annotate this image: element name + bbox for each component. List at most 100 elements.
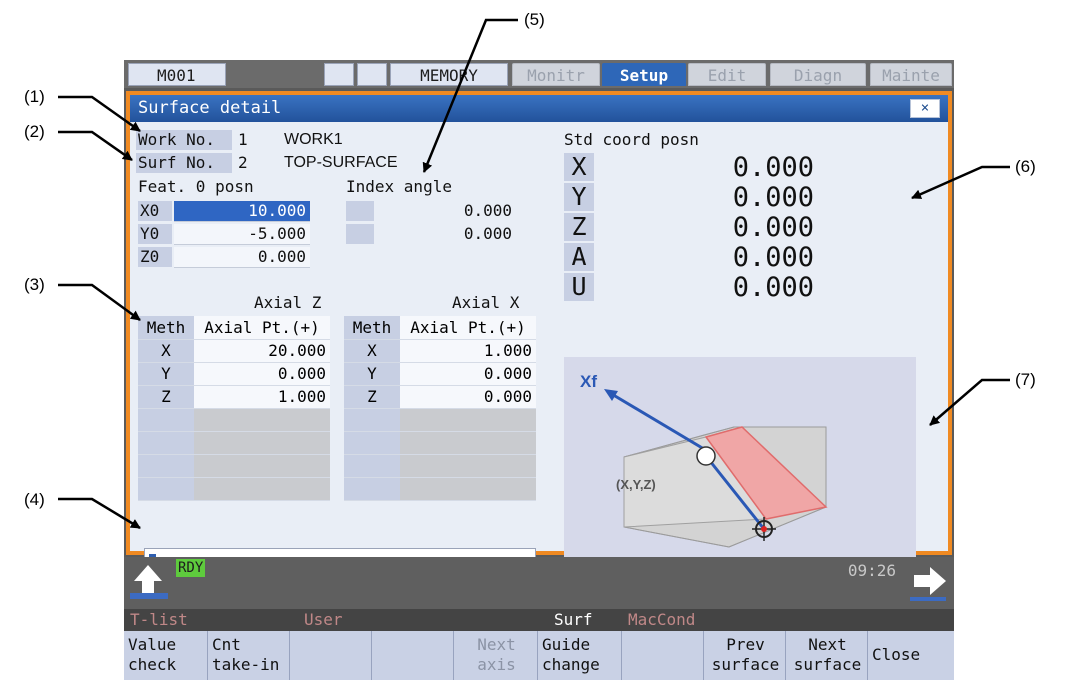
std-coord-axis-u: U (564, 273, 594, 301)
axial-z-axis-y: Y (138, 362, 194, 386)
status-slot-2 (357, 63, 387, 86)
guide-diagram-svg: Xf (X,Y,Z) (580, 372, 828, 548)
close-icon[interactable]: × (910, 99, 940, 118)
menu-item-maccond[interactable]: MacCond (628, 609, 695, 631)
axial-x-empty-row (344, 477, 400, 501)
tab-edit[interactable]: Edit (688, 63, 766, 86)
axial-z-empty-row (138, 408, 194, 432)
close-button[interactable]: Close (868, 631, 954, 680)
std-coord-value-x: 0.000 (732, 152, 814, 183)
axial-z-value-x[interactable]: 20.000 (194, 339, 330, 363)
index-angle-value-1[interactable]: 0.000 (378, 201, 512, 221)
fkey-3-blank[interactable] (290, 631, 372, 680)
fkey-6-line1: Guide (542, 635, 591, 654)
status-bar: RDY 09:26 (124, 557, 954, 609)
std-coord-axis-x: X (564, 153, 594, 181)
axial-x-empty-cell (400, 454, 536, 478)
fkey-4-blank[interactable] (372, 631, 454, 680)
feature-point-marker (696, 446, 716, 466)
tab-setup[interactable]: Setup (602, 63, 686, 86)
axial-x-empty-cell (400, 477, 536, 501)
window-title: Surface detail (138, 98, 282, 118)
menu-category-row: T-list User Surf MacCond (124, 609, 954, 631)
surf-no-number: 2 (238, 153, 248, 172)
index-angle-value-2[interactable]: 0.000 (378, 224, 512, 244)
axial-x-value-x[interactable]: 1.000 (400, 339, 536, 363)
axial-x-table: Meth Axial Pt.(+) X 1.000 Y 0.000 Z 0.00… (344, 316, 536, 501)
axial-z-axis-z: Z (138, 385, 194, 409)
fkey-7-blank[interactable] (622, 631, 704, 680)
feat0-axis-x0: X0 (138, 201, 172, 221)
fkey-1-line2: check (128, 655, 177, 674)
axial-x-empty-row (344, 408, 400, 432)
menu-item-user[interactable]: User (304, 609, 343, 631)
index-angle-title: Index angle (346, 177, 452, 196)
work-name: WORK1 (284, 131, 343, 148)
tab-monitor[interactable]: Monitr (512, 63, 600, 86)
callout-6: (6) (1015, 157, 1036, 176)
menu-item-tlist[interactable]: T-list (130, 609, 188, 631)
axial-x-empty-cell (400, 431, 536, 455)
axial-x-value-y[interactable]: 0.000 (400, 362, 536, 386)
feat0-value-z0[interactable]: 0.000 (174, 247, 310, 268)
window-title-bar: Surface detail × (130, 95, 948, 122)
program-name: M001 (128, 63, 226, 86)
menu-item-surf[interactable]: Surf (554, 609, 593, 631)
std-coord-value-a: 0.000 (732, 242, 814, 273)
feat0-title: Feat. 0 posn (138, 177, 254, 196)
prev-surface-button[interactable]: Prev surface (704, 631, 786, 680)
fkey-10-line1: Close (872, 645, 921, 664)
fkey-1-line1: Value (128, 635, 177, 654)
axial-x-meth-header: Meth (344, 316, 400, 340)
surf-no-label: Surf No. (136, 153, 232, 173)
std-coord-value-y: 0.000 (732, 182, 814, 213)
feat0-value-y0[interactable]: -5.000 (174, 224, 310, 245)
std-coord-axis-y: Y (564, 183, 594, 211)
fkey-9-line1: Next (808, 635, 847, 654)
axial-z-empty-cell (194, 431, 330, 455)
axial-z-value-z[interactable]: 1.000 (194, 385, 330, 409)
axial-x-value-z[interactable]: 0.000 (400, 385, 536, 409)
clock: 09:26 (847, 561, 896, 580)
menu-up-arrow-icon[interactable] (128, 559, 172, 603)
operation-mode: MEMORY (390, 63, 508, 86)
surface-detail-window: Surface detail × Work No. 1 WORK1 Surf N… (126, 91, 952, 577)
std-coord-title: Std coord posn (564, 130, 699, 149)
index-angle-axis-1 (346, 201, 374, 221)
axial-x-title: Axial X (452, 293, 520, 312)
feat0-value-x0[interactable]: 10.000 (174, 201, 310, 222)
function-key-bar: Value check Cnt take-in Next axis Guide … (124, 631, 954, 680)
fkey-5-line1: Next (477, 635, 516, 654)
cnt-take-in-button[interactable]: Cnt take-in (208, 631, 290, 680)
point-coordinate-label: (X,Y,Z) (616, 477, 656, 492)
axial-z-empty-cell (194, 454, 330, 478)
status-slot-1 (324, 63, 354, 86)
work-no-number: 1 (238, 130, 248, 149)
menu-next-arrow-icon[interactable] (906, 559, 950, 603)
value-check-button[interactable]: Value check (124, 631, 208, 680)
tab-diagnosis[interactable]: Diagn (770, 63, 866, 86)
axial-z-title: Axial Z (254, 293, 322, 312)
xf-axis-line (609, 391, 715, 457)
callout-5: (5) (524, 10, 545, 29)
std-coord-value-u: 0.000 (732, 272, 814, 303)
next-surface-button[interactable]: Next surface (786, 631, 868, 680)
feat0-axis-z0: Z0 (138, 247, 172, 267)
axial-x-pt-header: Axial Pt.(+) (400, 316, 536, 340)
axial-z-axis-x: X (138, 339, 194, 363)
std-coord-value-z: 0.000 (732, 212, 814, 243)
tab-maintenance[interactable]: Mainte (870, 63, 952, 86)
guide-change-button[interactable]: Guide change (538, 631, 622, 680)
next-axis-button[interactable]: Next axis (454, 631, 538, 680)
axial-z-value-y[interactable]: 0.000 (194, 362, 330, 386)
axial-x-axis-y: Y (344, 362, 400, 386)
fkey-2-line2: take-in (212, 655, 280, 674)
std-coord-axis-a: A (564, 243, 594, 271)
axial-z-meth-header: Meth (138, 316, 194, 340)
axial-x-empty-cell (400, 408, 536, 432)
callout-2: (2) (24, 122, 45, 141)
axial-z-empty-row (138, 477, 194, 501)
std-coord-axis-z: Z (564, 213, 594, 241)
work-no-label: Work No. (136, 130, 232, 150)
top-status-bar: M001 MEMORY Monitr Setup Edit Diagn Main… (124, 60, 954, 88)
